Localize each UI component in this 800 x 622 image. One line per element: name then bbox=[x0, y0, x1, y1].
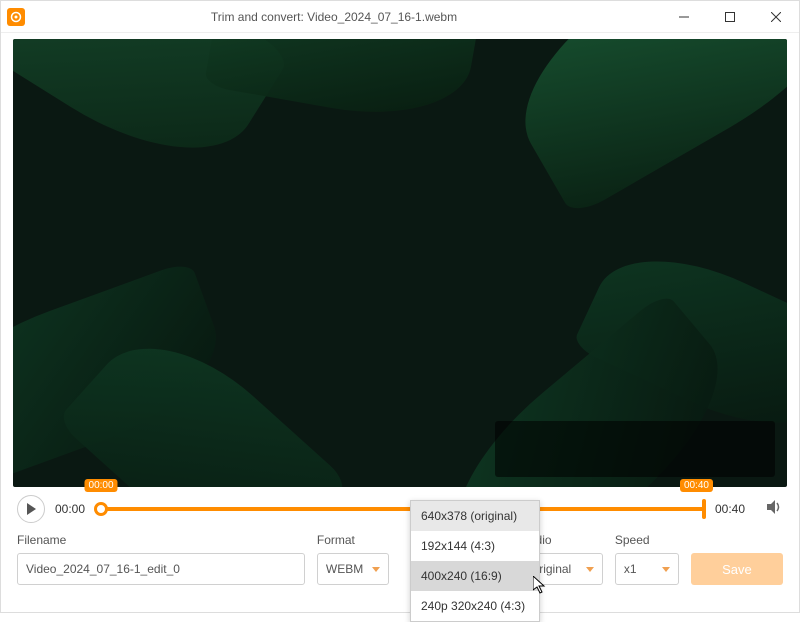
format-label: Format bbox=[317, 533, 389, 547]
filename-field: Filename bbox=[17, 533, 305, 585]
volume-button[interactable] bbox=[765, 498, 783, 521]
filename-input[interactable] bbox=[17, 553, 305, 585]
settings-row: Filename Format WEBM Audio Original Spee… bbox=[1, 527, 799, 597]
speed-select[interactable]: x1 bbox=[615, 553, 679, 585]
play-button[interactable] bbox=[17, 495, 45, 523]
playback-controls: 00:00 00:00 00:40 00:40 bbox=[1, 487, 799, 527]
end-time: 00:40 bbox=[715, 502, 745, 516]
format-value: WEBM bbox=[326, 562, 363, 576]
video-overlay-box bbox=[495, 421, 775, 477]
close-button[interactable] bbox=[753, 1, 799, 32]
speed-value: x1 bbox=[624, 562, 637, 576]
trim-start-badge: 00:00 bbox=[85, 479, 118, 492]
window-controls bbox=[661, 1, 799, 32]
minimize-button[interactable] bbox=[661, 1, 707, 32]
titlebar: Trim and convert: Video_2024_07_16-1.web… bbox=[1, 1, 799, 33]
minimize-icon bbox=[679, 12, 689, 22]
play-icon bbox=[26, 503, 36, 515]
maximize-button[interactable] bbox=[707, 1, 753, 32]
video-preview[interactable] bbox=[13, 39, 787, 487]
maximize-icon bbox=[725, 12, 735, 22]
timeline-track bbox=[95, 507, 705, 511]
app-icon bbox=[7, 8, 25, 26]
size-option[interactable]: 640x378 (original) bbox=[411, 501, 539, 531]
size-dropdown: 640x378 (original) 192x144 (4:3) 400x240… bbox=[410, 500, 540, 622]
trim-timeline[interactable]: 00:00 00:40 bbox=[95, 497, 705, 521]
close-icon bbox=[771, 12, 781, 22]
chevron-down-icon bbox=[586, 567, 594, 572]
trim-start-handle[interactable] bbox=[94, 502, 108, 516]
chevron-down-icon bbox=[372, 567, 380, 572]
current-time: 00:00 bbox=[55, 502, 85, 516]
speed-label: Speed bbox=[615, 533, 679, 547]
app-window: Trim and convert: Video_2024_07_16-1.web… bbox=[0, 0, 800, 613]
chevron-down-icon bbox=[662, 567, 670, 572]
format-field: Format WEBM bbox=[317, 533, 389, 585]
size-option[interactable]: 192x144 (4:3) bbox=[411, 531, 539, 561]
volume-icon bbox=[765, 498, 783, 516]
speed-field: Speed x1 bbox=[615, 533, 679, 585]
size-option[interactable]: 400x240 (16:9) bbox=[411, 561, 539, 591]
save-button[interactable]: Save bbox=[691, 553, 783, 585]
filename-label: Filename bbox=[17, 533, 305, 547]
window-title: Trim and convert: Video_2024_07_16-1.web… bbox=[31, 10, 661, 24]
size-option[interactable]: 240p 320x240 (4:3) bbox=[411, 591, 539, 621]
format-select[interactable]: WEBM bbox=[317, 553, 389, 585]
trim-end-handle[interactable] bbox=[702, 499, 706, 519]
trim-end-badge: 00:40 bbox=[680, 479, 713, 492]
